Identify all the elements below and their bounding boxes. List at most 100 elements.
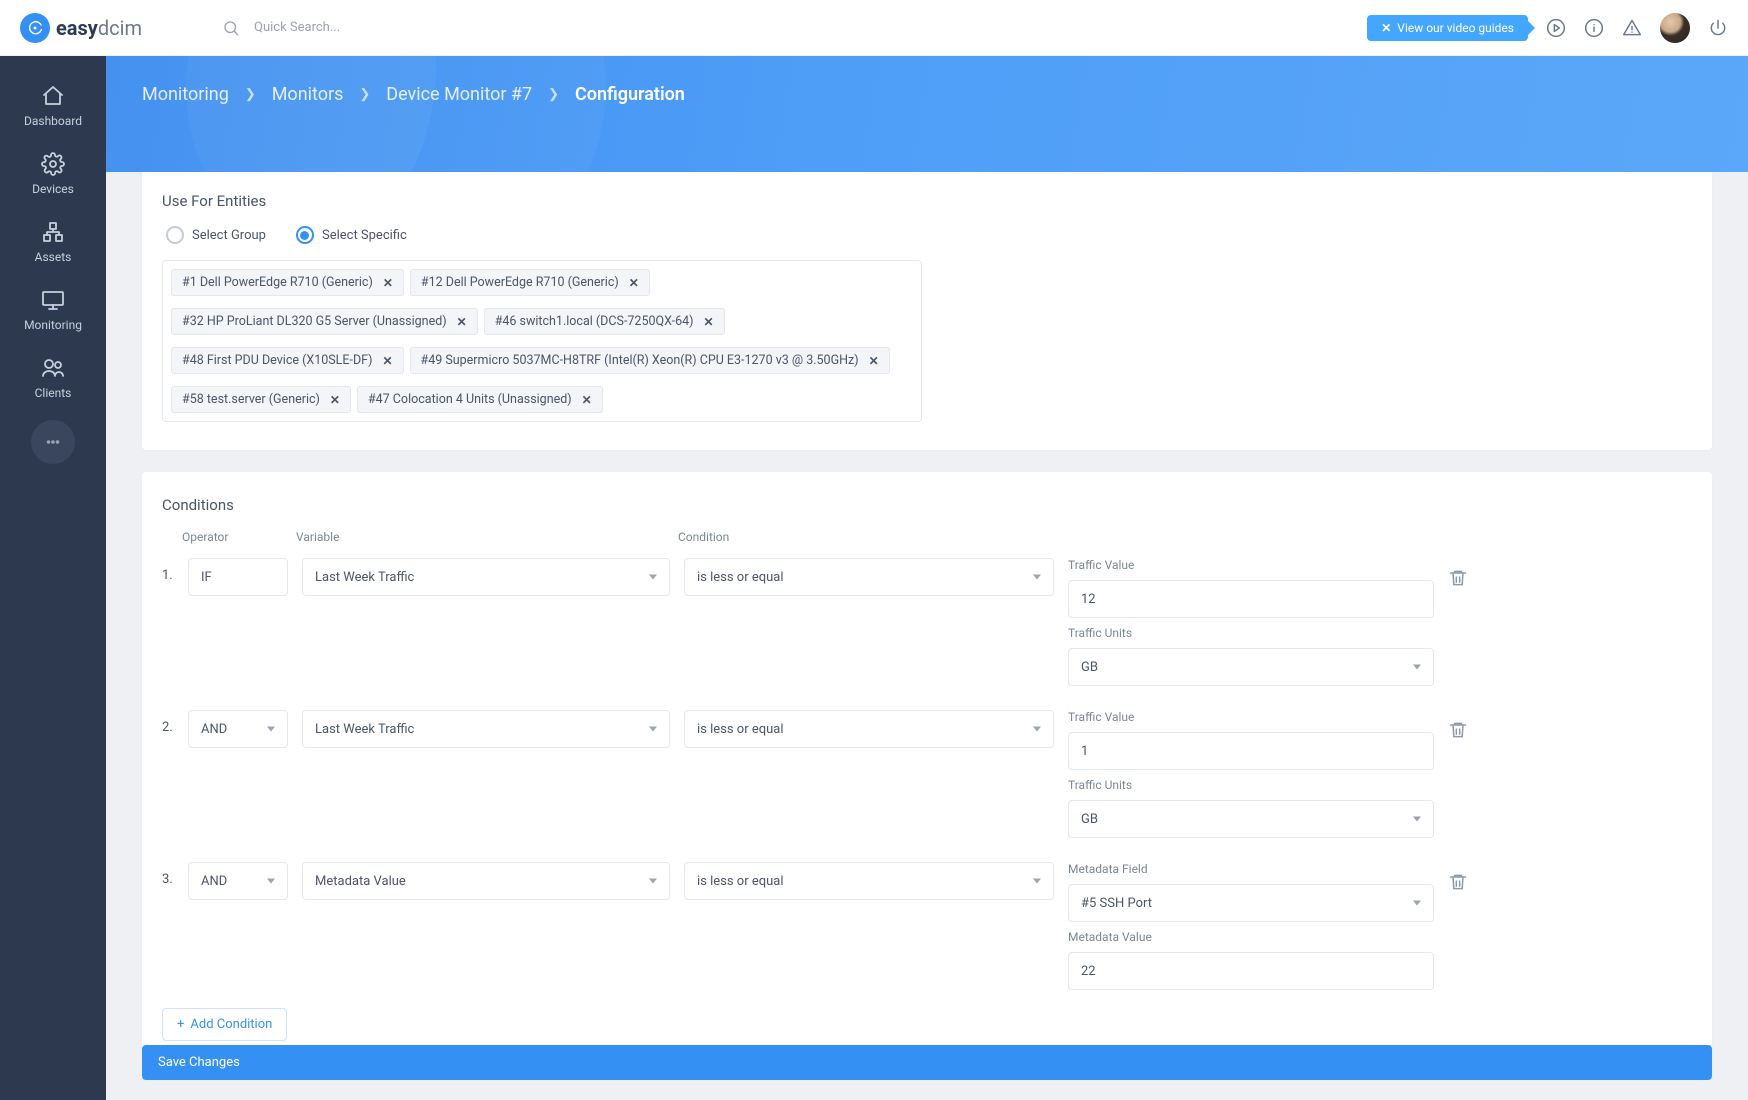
conditions-card: Conditions Operator Variable Condition 1…: [142, 472, 1712, 1061]
condition-row: 1. IF Last Week Traffic is less or equal Tra…: [162, 552, 1692, 704]
crumb-device-monitor[interactable]: Device Monitor #7: [386, 84, 532, 105]
remove-icon[interactable]: ✕: [382, 355, 392, 367]
logo[interactable]: easydcim: [20, 13, 142, 43]
remove-icon[interactable]: ✕: [330, 394, 340, 406]
entity-tag[interactable]: #49 Supermicro 5037MC-H8TRF (Intel(R) Xe…: [410, 347, 890, 374]
condition-row: 3.ANDMetadata Valueis less or equalMetad…: [162, 856, 1692, 1008]
search-placeholder: Quick Search...: [254, 20, 340, 35]
sidebar: Dashboard Devices Assets Monitoring Clie…: [0, 56, 106, 1100]
conditions-title: Conditions: [162, 496, 1692, 514]
close-icon[interactable]: ✕: [1381, 21, 1391, 35]
dots-icon: [44, 433, 62, 451]
content: Monitoring ❯ Monitors ❯ Device Monitor #…: [106, 56, 1748, 1100]
users-icon: [41, 356, 65, 380]
row-number: 1.: [162, 558, 174, 583]
home-icon: [41, 84, 65, 108]
condition-select[interactable]: is less or equal: [684, 558, 1054, 596]
entities-card: Use For Entities Select Group Select Spe…: [142, 168, 1712, 450]
value-input[interactable]: 1: [1068, 732, 1434, 770]
chevron-right-icon: ❯: [359, 87, 370, 102]
sidebar-item-monitoring[interactable]: Monitoring: [0, 278, 106, 342]
info-icon[interactable]: [1584, 18, 1604, 38]
unit-label: Traffic Units: [1068, 626, 1434, 640]
trash-icon: [1448, 720, 1468, 740]
entity-tag[interactable]: #46 switch1.local (DCS-7250QX-64)✕: [484, 308, 725, 335]
delete-row-button[interactable]: [1448, 872, 1468, 892]
header-operator: Operator: [182, 530, 282, 544]
value-input[interactable]: #5 SSH Port: [1068, 884, 1434, 922]
logo-icon: [20, 13, 50, 43]
search-input[interactable]: Quick Search...: [222, 19, 340, 37]
remove-icon[interactable]: ✕: [704, 316, 714, 328]
sidebar-item-assets[interactable]: Assets: [0, 210, 106, 274]
row-number: 2.: [162, 710, 174, 735]
monitor-icon: [41, 288, 65, 312]
search-icon: [222, 19, 240, 37]
alert-icon[interactable]: [1622, 18, 1642, 38]
assets-icon: [41, 220, 65, 244]
delete-row-button[interactable]: [1448, 720, 1468, 740]
value-label: Metadata Field: [1068, 862, 1434, 876]
variable-select[interactable]: Metadata Value: [302, 862, 670, 900]
sidebar-more[interactable]: [31, 420, 75, 464]
condition-select[interactable]: is less or equal: [684, 862, 1054, 900]
entity-tag[interactable]: #1 Dell PowerEdge R710 (Generic)✕: [171, 269, 404, 296]
trash-icon: [1448, 568, 1468, 588]
operator-select[interactable]: AND: [188, 862, 288, 900]
crumb-monitoring[interactable]: Monitoring: [142, 84, 229, 105]
sidebar-item-dashboard[interactable]: Dashboard: [0, 74, 106, 138]
entity-tags[interactable]: #1 Dell PowerEdge R710 (Generic)✕#12 Del…: [162, 260, 922, 422]
play-icon[interactable]: [1546, 18, 1566, 38]
save-button[interactable]: Save Changes: [142, 1045, 1712, 1080]
delete-row-button[interactable]: [1448, 568, 1468, 588]
value-label: Traffic Value: [1068, 710, 1434, 724]
chevron-right-icon: ❯: [548, 87, 559, 102]
operator-select[interactable]: AND: [188, 710, 288, 748]
operator-select[interactable]: IF: [188, 558, 288, 596]
sidebar-item-clients[interactable]: Clients: [0, 346, 106, 410]
unit-select[interactable]: 22: [1068, 952, 1434, 990]
avatar[interactable]: [1660, 13, 1690, 43]
gear-icon: [41, 152, 65, 176]
trash-icon: [1448, 872, 1468, 892]
remove-icon[interactable]: ✕: [383, 277, 393, 289]
entities-title: Use For Entities: [162, 192, 1692, 210]
remove-icon[interactable]: ✕: [869, 355, 879, 367]
sidebar-item-devices[interactable]: Devices: [0, 142, 106, 206]
radio-icon: [166, 226, 184, 244]
condition-row: 2. AND Last Week Traffic is less or equal Tr…: [162, 704, 1692, 856]
radio-icon: [296, 226, 314, 244]
radio-select-specific[interactable]: Select Specific: [296, 226, 407, 244]
topbar: easydcim Quick Search... ✕ View our vide…: [0, 0, 1748, 56]
entity-tag[interactable]: #12 Dell PowerEdge R710 (Generic)✕: [410, 269, 650, 296]
page-header: Monitoring ❯ Monitors ❯ Device Monitor #…: [106, 56, 1748, 172]
unit-select[interactable]: GB: [1068, 648, 1434, 686]
value-input[interactable]: 12: [1068, 580, 1434, 618]
remove-icon[interactable]: ✕: [457, 316, 467, 328]
footer: Save Changes: [106, 1031, 1748, 1100]
topbar-right: ✕ View our video guides: [1367, 13, 1728, 43]
entity-tag[interactable]: #58 test.server (Generic)✕: [171, 386, 351, 413]
variable-select[interactable]: Last Week Traffic: [302, 558, 670, 596]
breadcrumb: Monitoring ❯ Monitors ❯ Device Monitor #…: [142, 84, 1712, 105]
entity-tag[interactable]: #47 Colocation 4 Units (Unassigned)✕: [357, 386, 603, 413]
value-label: Traffic Value: [1068, 558, 1434, 572]
video-guides-button[interactable]: ✕ View our video guides: [1367, 15, 1528, 41]
entity-tag[interactable]: #48 First PDU Device (X10SLE-DF)✕: [171, 347, 404, 374]
header-variable: Variable: [296, 530, 664, 544]
remove-icon[interactable]: ✕: [629, 277, 639, 289]
chevron-right-icon: ❯: [245, 87, 256, 102]
brand-a: easy: [56, 16, 98, 40]
remove-icon[interactable]: ✕: [582, 394, 592, 406]
variable-select[interactable]: Last Week Traffic: [302, 710, 670, 748]
power-icon[interactable]: [1708, 18, 1728, 38]
plus-icon: +: [177, 1017, 184, 1032]
condition-select[interactable]: is less or equal: [684, 710, 1054, 748]
crumb-configuration: Configuration: [575, 84, 685, 105]
unit-select[interactable]: GB: [1068, 800, 1434, 838]
crumb-monitors[interactable]: Monitors: [272, 84, 344, 105]
brand-b: dcim: [98, 16, 142, 40]
radio-select-group[interactable]: Select Group: [166, 226, 266, 244]
unit-label: Metadata Value: [1068, 930, 1434, 944]
entity-tag[interactable]: #32 HP ProLiant DL320 G5 Server (Unassig…: [171, 308, 478, 335]
